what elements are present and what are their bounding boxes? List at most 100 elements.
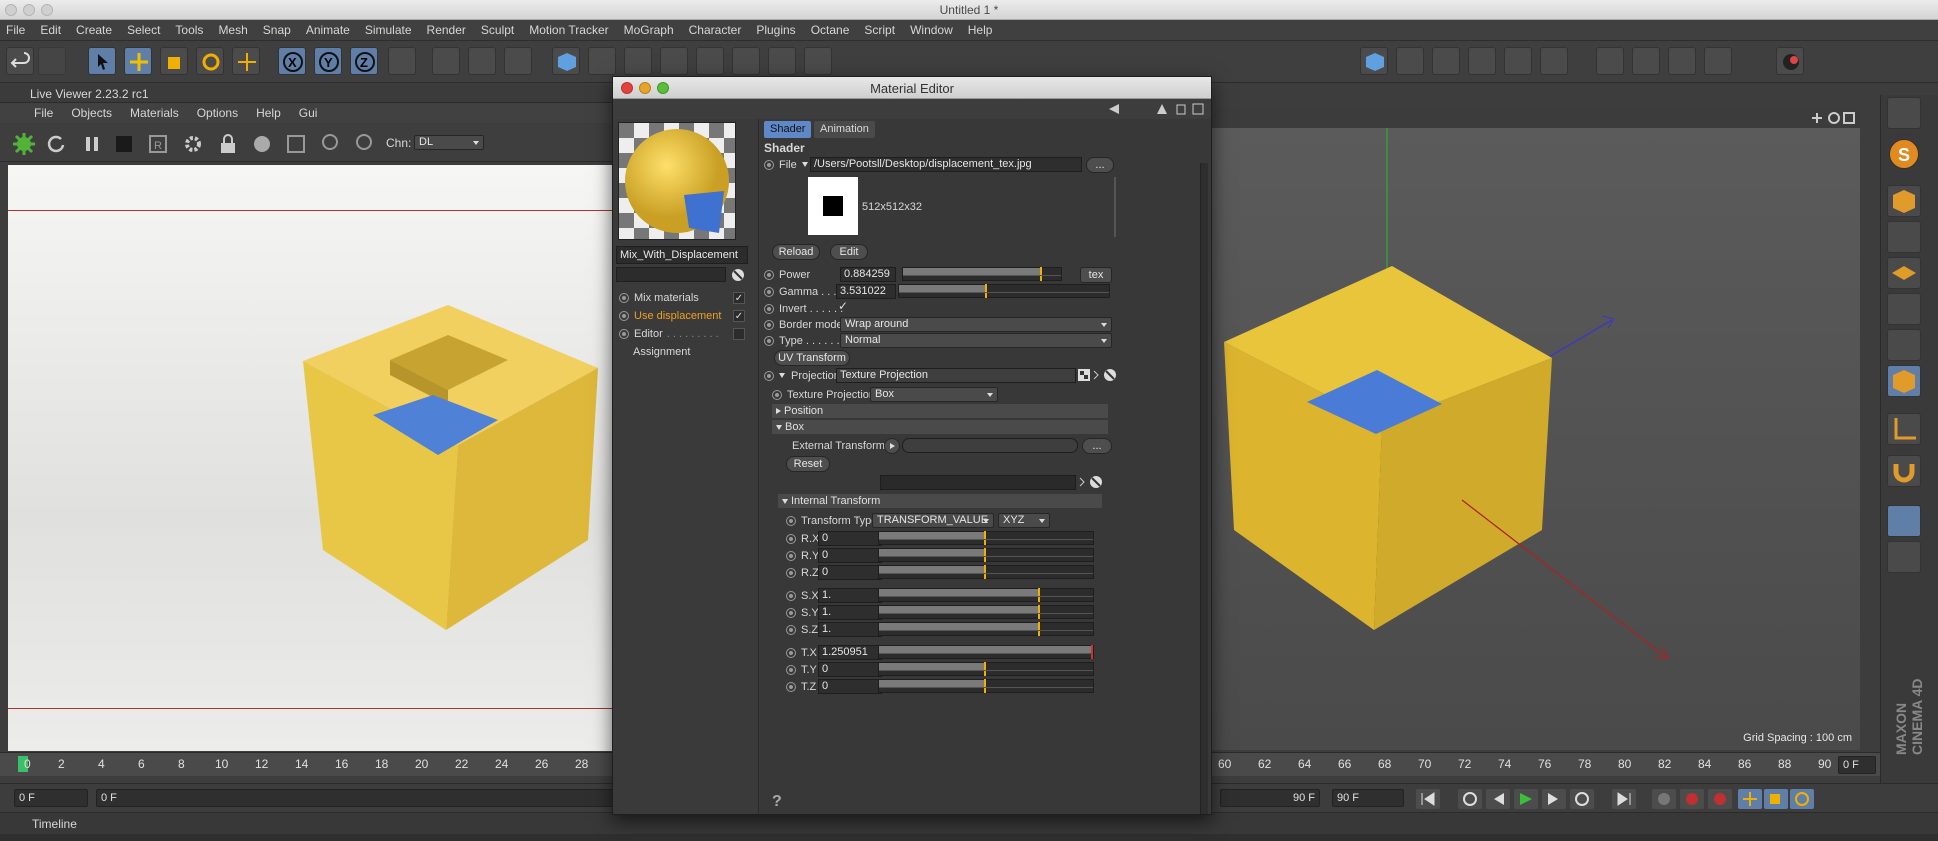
magnet-icon[interactable] — [1887, 455, 1921, 487]
tab-animation[interactable]: Animation — [814, 121, 875, 138]
menu-character[interactable]: Character — [689, 23, 742, 37]
pick-material-icon[interactable] — [354, 133, 374, 155]
model-mode-icon[interactable] — [1887, 185, 1921, 217]
transform-slider[interactable] — [878, 548, 1094, 562]
texture-projection-dropdown[interactable]: Box — [870, 387, 998, 402]
deformer-tool-icon[interactable] — [1504, 47, 1532, 75]
channel-mix-materials[interactable]: Mix materials — [619, 289, 749, 307]
menu-snap[interactable]: Snap — [263, 23, 291, 37]
channel-dropdown[interactable]: DL — [414, 135, 484, 150]
border-mode-dropdown[interactable]: Wrap around — [840, 317, 1112, 332]
lv-menu-options[interactable]: Options — [197, 106, 238, 120]
render-view-icon[interactable] — [432, 47, 460, 75]
refresh-icon[interactable] — [46, 134, 66, 154]
transform-value-field[interactable]: 0 — [818, 662, 882, 677]
anim-radio[interactable] — [764, 286, 774, 297]
transform-slider[interactable] — [878, 565, 1094, 579]
channel-editor[interactable]: Editor. . . . . . . . . — [619, 325, 749, 343]
menu-help[interactable]: Help — [968, 23, 993, 37]
psr-icon[interactable] — [1540, 47, 1568, 75]
rotate-icon[interactable] — [196, 47, 224, 75]
anim-radio[interactable] — [764, 319, 774, 330]
menu-plugins[interactable]: Plugins — [756, 23, 795, 37]
s-plugin-icon[interactable]: S — [1889, 139, 1919, 169]
view-nav-icons[interactable] — [1810, 111, 1858, 125]
transform-value-field[interactable]: 0 — [818, 548, 882, 563]
transform-slider[interactable] — [878, 588, 1094, 602]
polygons-mode-icon[interactable] — [1887, 365, 1921, 397]
material-editor-title[interactable]: Material Editor — [613, 77, 1211, 99]
help-icon[interactable]: ? — [772, 793, 782, 811]
transform-value-field[interactable]: 1. — [818, 605, 882, 620]
uv-transform-button[interactable]: UV Transform — [774, 350, 850, 366]
menu-tools[interactable]: Tools — [175, 23, 203, 37]
z-axis-icon[interactable]: Z — [350, 47, 378, 75]
external-transform-field[interactable] — [902, 438, 1078, 453]
anim-radio[interactable] — [786, 515, 796, 526]
channel-radio[interactable] — [619, 311, 629, 321]
current-frame-field[interactable]: 0 F — [14, 789, 88, 807]
lv-menu-materials[interactable]: Materials — [130, 106, 179, 120]
transform-slider[interactable] — [878, 662, 1094, 676]
scrollbar[interactable] — [1200, 163, 1208, 814]
material-ball-icon[interactable] — [1776, 47, 1804, 75]
transform-slider[interactable] — [878, 531, 1094, 545]
current-frame-right-field[interactable]: 0 F — [1838, 756, 1876, 774]
internal-transform-section[interactable]: Internal Transform — [778, 494, 1102, 508]
lv-menu-file[interactable]: File — [34, 106, 53, 120]
move-icon[interactable] — [124, 47, 152, 75]
render-settings-icon[interactable] — [504, 47, 532, 75]
material-preview-icon[interactable] — [252, 134, 272, 154]
floor-icon[interactable] — [732, 47, 760, 75]
transform-value-field[interactable]: 0 — [818, 531, 882, 546]
external-transform-link-button[interactable] — [884, 438, 900, 454]
workplane-mode-icon[interactable] — [1887, 257, 1921, 289]
pick-icon[interactable] — [731, 268, 745, 282]
grid-icon[interactable] — [1668, 47, 1696, 75]
anim-radio[interactable] — [786, 664, 796, 675]
frame-icon[interactable] — [286, 134, 306, 154]
file-path-field[interactable]: /Users/Pootsll/Desktop/displacement_tex.… — [810, 157, 1082, 172]
editor-viewport[interactable]: Grid Spacing : 100 cm — [1212, 128, 1860, 750]
menu-create[interactable]: Create — [76, 23, 112, 37]
browse-file-button[interactable]: ... — [1086, 157, 1114, 173]
region-render-icon[interactable]: R — [148, 134, 168, 154]
axis-mode-icon[interactable] — [1887, 413, 1921, 445]
menu-simulate[interactable]: Simulate — [365, 23, 412, 37]
anim-radio[interactable] — [764, 335, 774, 346]
menu-select[interactable]: Select — [127, 23, 160, 37]
edit-button[interactable]: Edit — [830, 244, 868, 260]
tex-button[interactable]: tex — [1080, 267, 1112, 283]
points-mode-icon[interactable] — [1887, 293, 1921, 325]
anim-radio[interactable] — [772, 389, 782, 400]
lv-menu-gui[interactable]: Gui — [299, 106, 318, 120]
transform-type-dropdown[interactable]: TRANSFORM_VALUE — [872, 513, 994, 528]
anim-radio[interactable] — [786, 681, 796, 692]
layout-icon[interactable] — [1887, 97, 1921, 129]
power-field[interactable]: 0.884259 — [840, 267, 896, 282]
coordinate-system-icon[interactable] — [388, 47, 416, 75]
power-slider[interactable] — [902, 267, 1062, 281]
pause-icon[interactable] — [82, 134, 102, 154]
gamma-field[interactable]: 3.531022 — [836, 284, 896, 299]
lv-menu-objects[interactable]: Objects — [71, 106, 112, 120]
lock-icon[interactable] — [218, 133, 238, 155]
cube-primitive-icon-2[interactable] — [1360, 47, 1388, 75]
reset-button[interactable]: Reset — [786, 456, 830, 472]
end-frame-field-b[interactable]: 90 F — [1332, 789, 1404, 807]
anim-radio[interactable] — [764, 370, 774, 381]
undo-icon[interactable] — [6, 47, 34, 75]
projection-field[interactable]: Texture Projection — [836, 368, 1076, 383]
menu-edit[interactable]: Edit — [40, 23, 61, 37]
cube-primitive-icon[interactable] — [552, 47, 580, 75]
scale-icon[interactable] — [160, 47, 188, 75]
external-transform-browse-button[interactable]: ... — [1082, 438, 1112, 454]
transform-slider[interactable] — [878, 622, 1094, 636]
transform-value-field[interactable]: 1. — [818, 622, 882, 637]
reload-button[interactable]: Reload — [772, 244, 820, 260]
anim-radio[interactable] — [764, 159, 774, 170]
y-axis-icon[interactable]: Y — [314, 47, 342, 75]
menu-motion-tracker[interactable]: Motion Tracker — [529, 23, 608, 37]
deformer-icon[interactable] — [696, 47, 724, 75]
use-displacement-checkbox[interactable]: ✓ — [733, 310, 745, 322]
